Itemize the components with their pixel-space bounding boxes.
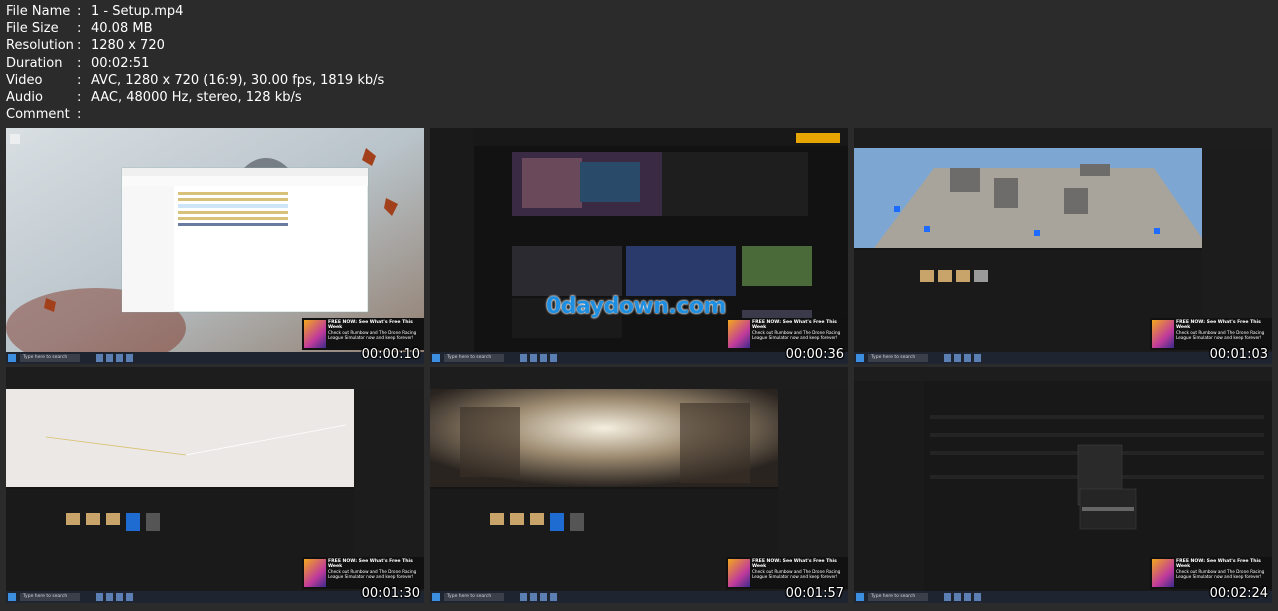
info-row-video: Video: AVC, 1280 x 720 (16:9), 30.00 fps,…: [6, 72, 385, 88]
app-icon: [126, 354, 133, 362]
thumbnail-1: FREE NOW: See What's Free This Week Check…: [6, 128, 424, 364]
ad-art: [304, 320, 326, 348]
app-icon: [550, 593, 557, 601]
ad-banner: FREE NOW: See What's Free This Week Check…: [1150, 318, 1272, 350]
app-icon: [954, 354, 961, 362]
ad-banner: FREE NOW: See What's Free This Week Check…: [302, 318, 424, 350]
timestamp: 00:01:03: [1209, 347, 1268, 362]
taskbar-apps: [96, 354, 133, 362]
info-row-comment: Comment:: [6, 107, 82, 123]
ad-art: [728, 320, 750, 348]
app-icon: [540, 354, 547, 362]
taskbar-apps: [96, 593, 133, 601]
app-icon: [106, 354, 113, 362]
windows-start-icon: [856, 354, 864, 362]
file-info: File Name:1 - Setup.mp4 File Size:40.08 …: [6, 3, 384, 123]
taskbar-apps: [520, 354, 557, 362]
app-icon: [96, 593, 103, 601]
ad-banner: FREE NOW: See What's Free This Week Check…: [1150, 557, 1272, 589]
app-icon: [974, 354, 981, 362]
app-icon: [116, 593, 123, 601]
app-icon: [520, 593, 527, 601]
taskbar-apps: [944, 354, 981, 362]
taskbar-apps: [944, 593, 981, 601]
app-icon: [964, 593, 971, 601]
thumbnail-6: FREE NOW: See What's Free This Week Check…: [854, 367, 1272, 603]
ad-art: [1152, 320, 1174, 348]
windows-start-icon: [856, 593, 864, 601]
app-icon: [96, 354, 103, 362]
app-icon: [944, 354, 951, 362]
info-row-file-name: File Name:1 - Setup.mp4: [6, 4, 184, 19]
timestamp: 00:02:24: [1209, 586, 1268, 601]
info-row-file-size: File Size:40.08 MB: [6, 21, 153, 37]
thumbnail-5: FREE NOW: See What's Free This Week Check…: [430, 367, 848, 603]
ad-banner: FREE NOW: See What's Free This Week Check…: [726, 557, 848, 589]
ad-art: [728, 559, 750, 587]
app-icon: [520, 354, 527, 362]
timestamp: 00:00:10: [361, 347, 420, 362]
app-icon: [126, 593, 133, 601]
app-icon: [116, 354, 123, 362]
windows-start-icon: [432, 593, 440, 601]
thumbnail-2: FREE NOW: See What's Free This Week Check…: [430, 128, 848, 364]
windows-start-icon: [432, 354, 440, 362]
timestamp: 00:00:36: [785, 347, 844, 362]
thumbnail-3: FREE NOW: See What's Free This Week Check…: [854, 128, 1272, 364]
app-icon: [944, 593, 951, 601]
info-row-audio: Audio: AAC, 48000 Hz, stereo, 128 kb/s: [6, 90, 302, 106]
ad-banner: FREE NOW: See What's Free This Week Check…: [726, 318, 848, 350]
taskbar-apps: [520, 593, 557, 601]
app-icon: [550, 354, 557, 362]
windows-start-icon: [8, 354, 16, 362]
watermark: 0daydown.com: [546, 294, 726, 319]
windows-start-icon: [8, 593, 16, 601]
app-icon: [974, 593, 981, 601]
thumbnail-4: FREE NOW: See What's Free This Week Check…: [6, 367, 424, 603]
app-icon: [530, 593, 537, 601]
app-icon: [964, 354, 971, 362]
timestamp: 00:01:30: [361, 586, 420, 601]
app-icon: [540, 593, 547, 601]
app-icon: [530, 354, 537, 362]
ad-banner: FREE NOW: See What's Free This Week Check…: [302, 557, 424, 589]
ad-art: [304, 559, 326, 587]
app-icon: [106, 593, 113, 601]
app-icon: [954, 593, 961, 601]
info-row-resolution: Resolution:1280 x 720: [6, 38, 165, 54]
info-row-duration: Duration:00:02:51: [6, 55, 150, 71]
ad-art: [1152, 559, 1174, 587]
timestamp: 00:01:57: [785, 586, 844, 601]
